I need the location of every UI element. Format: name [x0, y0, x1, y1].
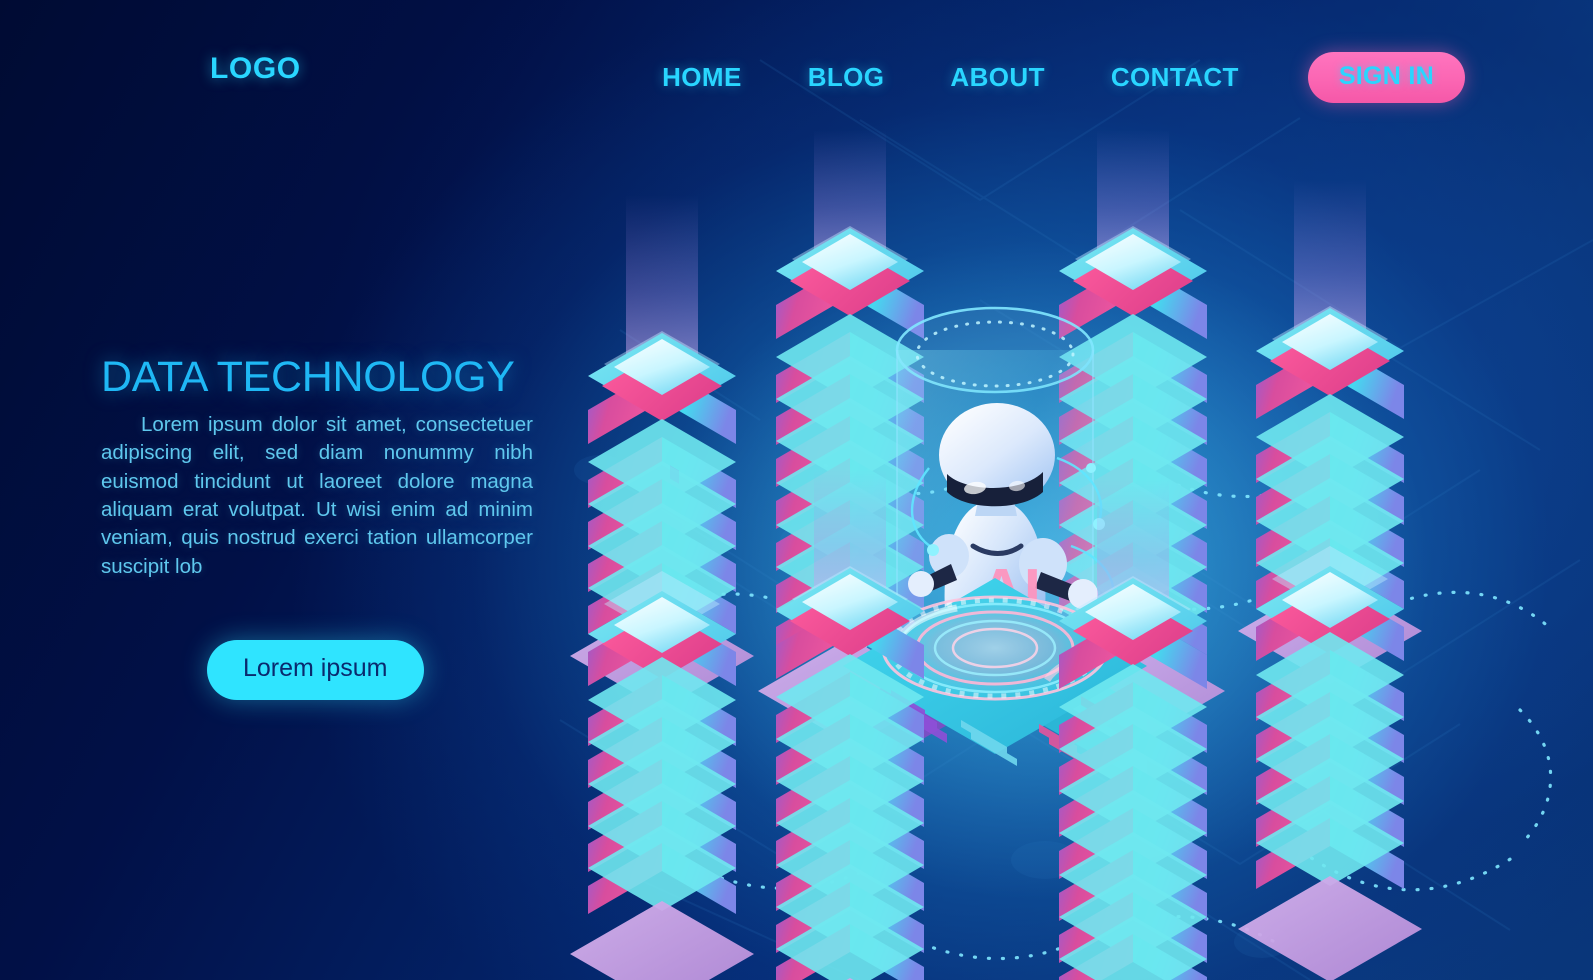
main-navigation: LOGO HOME BLOG ABOUT CONTACT SIGN IN [0, 0, 1593, 150]
hero-copy: DATA TECHNOLOGY Lorem ipsum dolor sit am… [101, 353, 533, 581]
sign-in-button[interactable]: SIGN IN [1307, 52, 1465, 103]
hero-description: Lorem ipsum dolor sit amet, consectetuer… [101, 413, 533, 578]
nav-link-about[interactable]: ABOUT [917, 62, 1077, 93]
illustration-svg: AI [570, 130, 1553, 980]
nav-link-contact[interactable]: CONTACT [1078, 62, 1272, 93]
data-center-illustration: AI [540, 130, 1593, 980]
nav-links: HOME BLOG ABOUT CONTACT SIGN IN [629, 52, 1465, 103]
page-title: DATA TECHNOLOGY [101, 353, 515, 401]
cta-button[interactable]: Lorem ipsum [207, 640, 424, 700]
server-tower [570, 195, 754, 980]
nav-link-home[interactable]: HOME [629, 62, 775, 93]
nav-link-blog[interactable]: BLOG [775, 62, 918, 93]
server-tower [1238, 180, 1422, 980]
site-logo[interactable]: LOGO [210, 52, 301, 86]
landing-page: LOGO HOME BLOG ABOUT CONTACT SIGN IN DAT… [0, 0, 1593, 980]
